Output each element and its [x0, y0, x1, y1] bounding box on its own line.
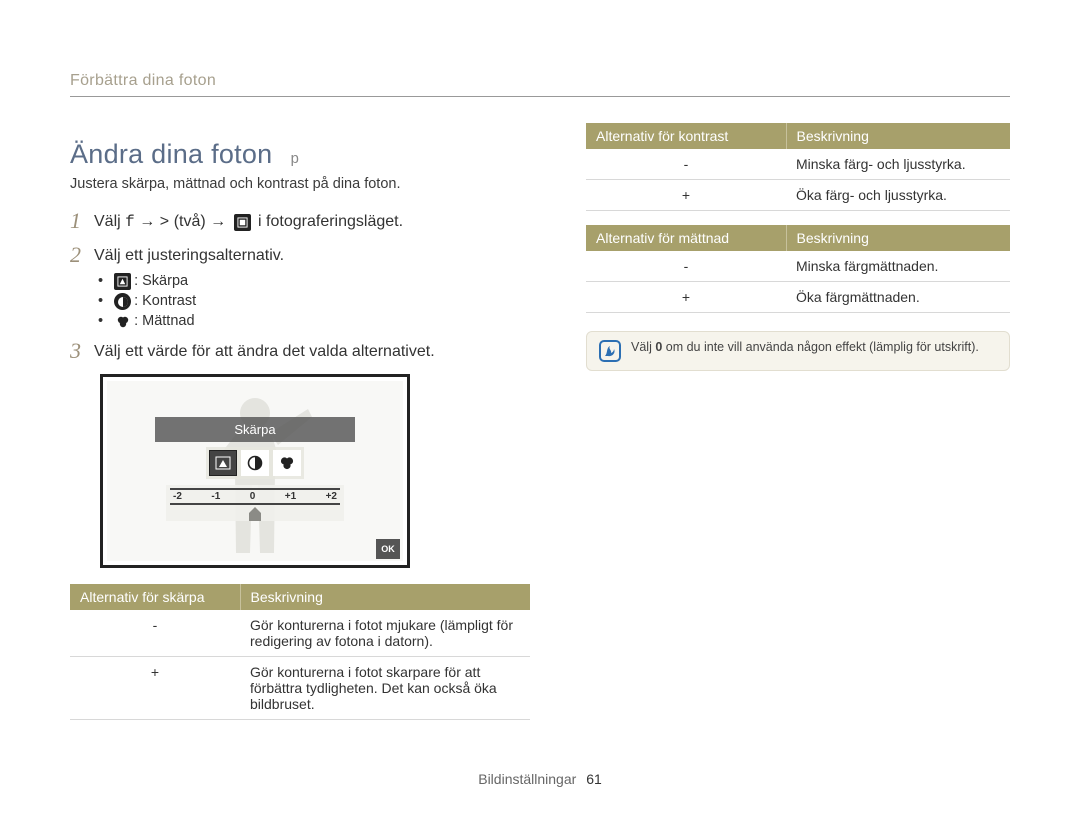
sharpness-icon	[209, 450, 237, 476]
cell-desc: Gör konturerna i fotot skarpare för att …	[240, 656, 530, 719]
step-body: Välj ett justeringsalternativ.	[94, 244, 530, 267]
bullet-sharpness: : Skärpa	[98, 273, 530, 290]
step-body: Välj ett värde för att ändra det valda a…	[94, 340, 530, 363]
step-body: Välj f → > (två) → i fotograferingsläget…	[94, 210, 530, 234]
note-text-part: Välj	[631, 340, 655, 354]
contrast-table: Alternativ för kontrast Beskrivning - Mi…	[586, 123, 1010, 211]
bullet-contrast: : Kontrast	[98, 293, 530, 310]
table-row: - Gör konturerna i fotot mjukare (lämpli…	[70, 610, 530, 657]
adjust-icon	[234, 214, 251, 231]
tick: -2	[173, 491, 182, 502]
lcd-preview: Skärpa -2	[100, 374, 410, 568]
table-header: Alternativ för mättnad	[586, 225, 786, 251]
cell-desc: Gör konturerna i fotot mjukare (lämpligt…	[240, 610, 530, 657]
cell-symbol: -	[586, 149, 786, 180]
cell-symbol: +	[586, 282, 786, 313]
table-row: + Gör konturerna i fotot skarpare för at…	[70, 656, 530, 719]
cell-symbol: +	[586, 180, 786, 211]
cell-symbol: -	[70, 610, 240, 657]
saturation-icon	[114, 313, 131, 330]
scale-marker-icon	[247, 507, 263, 521]
table-header: Beskrivning	[240, 584, 530, 610]
two-column-layout: Ändra dina foton p Justera skärpa, mättn…	[70, 123, 1010, 734]
page-footer: Bildinställningar 61	[0, 771, 1080, 787]
lcd-icon-row	[206, 447, 304, 479]
step-number: 1	[70, 210, 94, 232]
page-title: Ändra dina foton p	[70, 139, 530, 170]
table-row: - Minska färg- och ljusstyrka.	[586, 149, 1010, 180]
cell-desc: Minska färgmättnaden.	[786, 251, 1010, 282]
note-icon	[599, 340, 621, 362]
bullet-list: : Skärpa : Kontrast : Mättnad	[98, 273, 530, 330]
contrast-icon	[114, 293, 131, 310]
lcd-scale: -2 -1 0 +1 +2	[166, 485, 344, 521]
page-title-suffix: p	[290, 151, 299, 168]
step-text: i fotograferingsläget.	[254, 213, 403, 230]
cell-desc: Öka färg- och ljusstyrka.	[786, 180, 1010, 211]
steps-list: 1 Välj f → > (två) → i fotograferingsläg…	[70, 210, 530, 364]
table-header: Alternativ för skärpa	[70, 584, 240, 610]
saturation-icon	[273, 450, 301, 476]
step-number: 2	[70, 244, 94, 267]
cell-symbol: -	[586, 251, 786, 282]
table-header: Beskrivning	[786, 225, 1010, 251]
cell-desc: Öka färgmättnaden.	[786, 282, 1010, 313]
note-box: Välj 0 om du inte vill använda någon eff…	[586, 331, 1010, 371]
breadcrumb: Förbättra dina foton	[70, 72, 1010, 97]
page-subheading: Justera skärpa, mättnad och kontrast på …	[70, 176, 530, 192]
page-title-text: Ändra dina foton	[70, 139, 272, 169]
note-text-part: om du inte vill använda någon effekt (lä…	[662, 340, 979, 354]
step-number: 3	[70, 340, 94, 362]
lcd-title: Skärpa	[155, 417, 355, 442]
note-text: Välj 0 om du inte vill använda någon eff…	[631, 340, 979, 354]
footer-page-number: 61	[586, 771, 602, 787]
step-token-f: f	[125, 213, 135, 231]
step-text: Välj	[94, 213, 125, 230]
table-header: Beskrivning	[786, 123, 1010, 149]
table-row: + Öka färgmättnaden.	[586, 282, 1010, 313]
column-left: Ändra dina foton p Justera skärpa, mättn…	[70, 123, 530, 734]
bullet-saturation: : Mättnad	[98, 313, 530, 330]
footer-section: Bildinställningar	[478, 771, 576, 787]
contrast-icon	[241, 450, 269, 476]
bullet-text: : Mättnad	[134, 313, 194, 329]
gt-icon: >	[160, 213, 170, 231]
page: Förbättra dina foton Ändra dina foton p …	[0, 0, 1080, 774]
table-row: - Minska färgmättnaden.	[586, 251, 1010, 282]
cell-desc: Minska färg- och ljusstyrka.	[786, 149, 1010, 180]
sharpness-table: Alternativ för skärpa Beskrivning - Gör …	[70, 584, 530, 720]
arrow-icon: →	[139, 213, 159, 230]
sharpness-icon	[114, 273, 131, 290]
tick: +1	[285, 491, 296, 502]
table-header: Alternativ för kontrast	[586, 123, 786, 149]
tick: 0	[250, 491, 256, 502]
tick: -1	[211, 491, 220, 502]
step-token-twice: (två)	[174, 213, 210, 230]
column-right: Alternativ för kontrast Beskrivning - Mi…	[586, 123, 1010, 734]
tick: +2	[326, 491, 337, 502]
step-3: 3 Välj ett värde för att ändra det valda…	[70, 340, 530, 363]
bullet-text: : Skärpa	[134, 273, 188, 289]
step-2: 2 Välj ett justeringsalternativ. : Skärp…	[70, 244, 530, 330]
table-row: + Öka färg- och ljusstyrka.	[586, 180, 1010, 211]
bullet-text: : Kontrast	[134, 293, 196, 309]
saturation-table: Alternativ för mättnad Beskrivning - Min…	[586, 225, 1010, 313]
arrow-icon: →	[210, 213, 230, 230]
cell-symbol: +	[70, 656, 240, 719]
ok-badge: OK	[376, 539, 400, 559]
step-1: 1 Välj f → > (två) → i fotograferingsläg…	[70, 210, 530, 234]
